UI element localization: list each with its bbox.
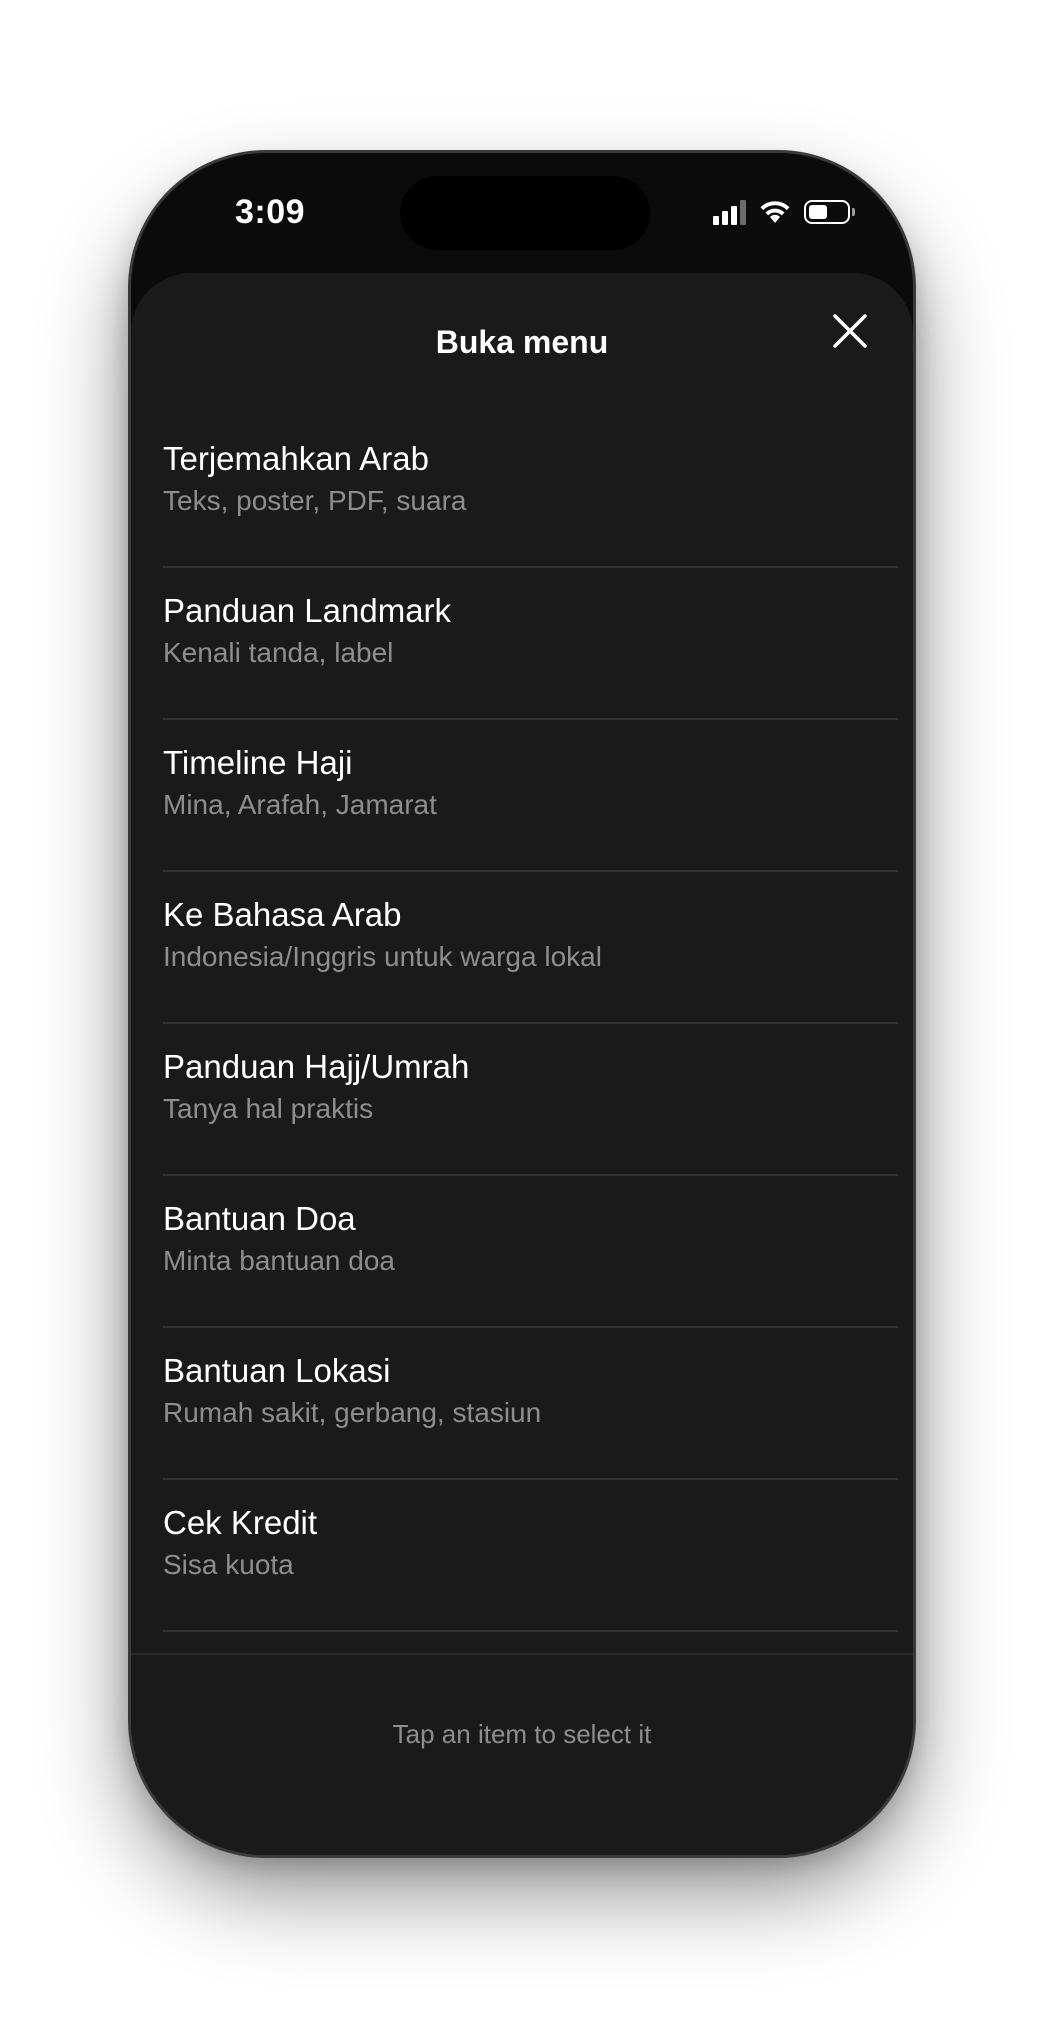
menu-item-panduan-landmark[interactable]: Panduan Landmark Kenali tanda, label (163, 568, 898, 720)
menu-item-bantuan-doa[interactable]: Bantuan Doa Minta bantuan doa (163, 1176, 898, 1328)
menu-item-bantuan-lokasi[interactable]: Bantuan Lokasi Rumah sakit, gerbang, sta… (163, 1328, 898, 1480)
device-screen: 3:09 Buka menu Terjemahkan Arab Teks, po… (131, 153, 913, 1855)
menu-item-subtitle: Minta bantuan doa (163, 1245, 395, 1276)
menu-item-subtitle: Kenali tanda, label (163, 637, 394, 668)
battery-nub (852, 208, 855, 216)
sheet-footer: Tap an item to select it (131, 1653, 913, 1855)
sheet-title: Buka menu (435, 324, 609, 360)
menu-item-timeline-haji[interactable]: Timeline Haji Mina, Arafah, Jamarat (163, 720, 898, 872)
menu-list: Terjemahkan Arab Teks, poster, PDF, suar… (163, 416, 898, 1632)
menu-item-subtitle: Tanya hal praktis (163, 1093, 374, 1124)
cellular-signal-icon (713, 199, 746, 225)
menu-item-subtitle: Teks, poster, PDF, suara (163, 485, 467, 516)
screen: 3:09 Buka menu Terjemahkan Arab Teks, po… (0, 0, 1044, 2020)
menu-item-label: Bantuan Doa (163, 1200, 356, 1237)
status-bar: 3:09 (131, 153, 913, 273)
menu-item-label: Panduan Landmark (163, 592, 452, 629)
menu-item-label: Cek Kredit (163, 1504, 318, 1541)
menu-item-terjemahkan-arab[interactable]: Terjemahkan Arab Teks, poster, PDF, suar… (163, 416, 898, 568)
menu-item-label: Bantuan Lokasi (163, 1352, 391, 1389)
wifi-icon (760, 201, 790, 223)
menu-item-label: Ke Bahasa Arab (163, 896, 402, 933)
menu-sheet: Buka menu Terjemahkan Arab Teks, poster,… (131, 273, 913, 1855)
menu-item-subtitle: Rumah sakit, gerbang, stasiun (163, 1397, 542, 1428)
menu-item-subtitle: Mina, Arafah, Jamarat (163, 789, 437, 820)
status-icons (713, 195, 855, 229)
status-time: 3:09 (235, 193, 306, 231)
menu-item-subtitle: Indonesia/Inggris untuk warga lokal (163, 941, 602, 972)
menu-item-panduan-hajj-umrah[interactable]: Panduan Hajj/Umrah Tanya hal praktis (163, 1024, 898, 1176)
footer-hint: Tap an item to select it (392, 1719, 652, 1749)
battery-fill (809, 205, 827, 219)
dynamic-island (400, 176, 650, 250)
menu-item-subtitle: Sisa kuota (163, 1549, 294, 1580)
menu-item-label: Panduan Hajj/Umrah (163, 1048, 470, 1085)
menu-item-ke-bahasa-arab[interactable]: Ke Bahasa Arab Indonesia/Inggris untuk w… (163, 872, 898, 1024)
close-icon[interactable] (825, 306, 875, 356)
menu-item-label: Terjemahkan Arab (163, 440, 429, 477)
menu-item-label: Timeline Haji (163, 744, 353, 781)
battery-icon (804, 200, 855, 224)
menu-item-cek-kredit[interactable]: Cek Kredit Sisa kuota (163, 1480, 898, 1632)
device-frame: 3:09 Buka menu Terjemahkan Arab Teks, po… (128, 150, 916, 1858)
